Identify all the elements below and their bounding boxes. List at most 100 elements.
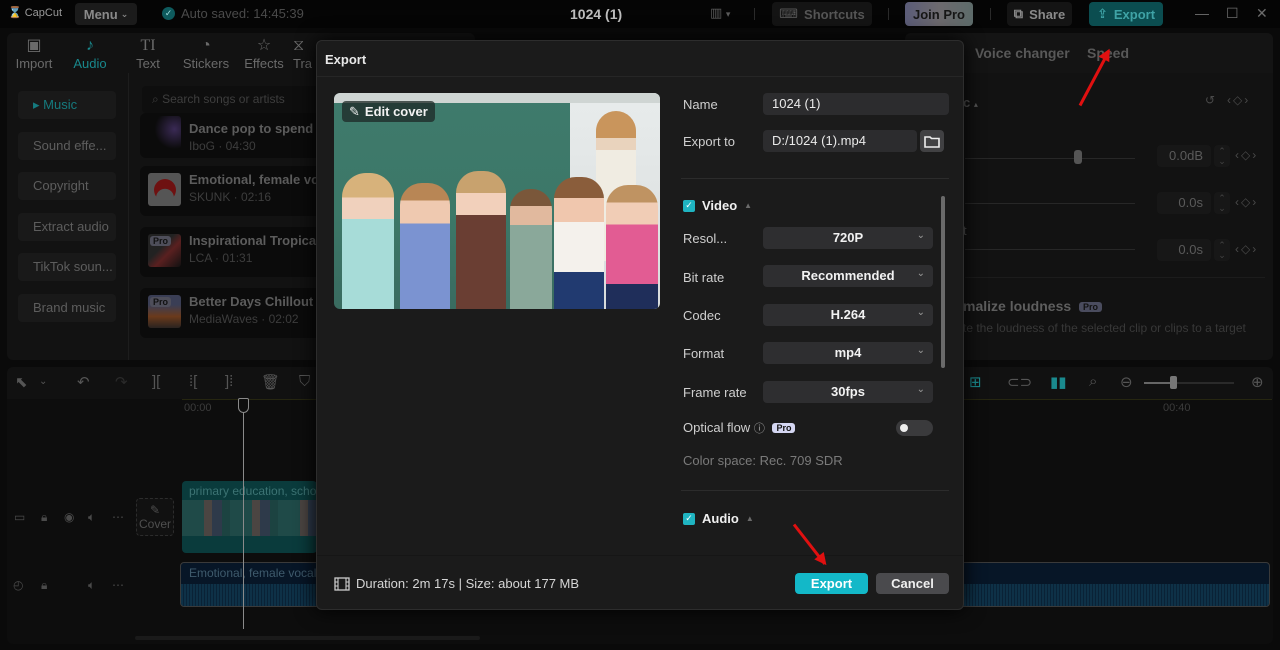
join-pro-button[interactable]: Join Pro [905, 2, 973, 26]
codec-select[interactable]: H.264 ⌄ [763, 304, 933, 326]
song-item[interactable]: Emotional, female vo SKUNK · 02:16 [140, 166, 340, 216]
more-icon[interactable]: ⋯ [112, 510, 124, 524]
folder-icon [924, 135, 940, 148]
close-icon[interactable]: ✕ [1256, 5, 1268, 22]
search-input[interactable]: ⌕ Search songs or artists [142, 86, 342, 113]
help-icon[interactable]: ⓘ [754, 423, 765, 435]
menu-button[interactable]: Menu ⌄ [75, 3, 137, 25]
more-icon[interactable]: ⋯ [112, 578, 124, 592]
zoom-out-icon[interactable]: ⊖ [1120, 373, 1133, 391]
minimize-icon[interactable]: — [1195, 5, 1209, 21]
undo-icon[interactable]: ↶ [77, 373, 90, 391]
playhead-handle[interactable] [238, 398, 249, 413]
maximize-icon[interactable]: ☐ [1226, 5, 1239, 22]
fade-in-value[interactable]: 0.0s [1157, 192, 1211, 214]
zoom-in-icon[interactable]: ⊕ [1251, 373, 1264, 391]
volume-slider-handle[interactable] [1074, 150, 1082, 164]
caret-up-icon: ▲ [745, 514, 754, 523]
layout-button[interactable]: ▥ ▾ [710, 5, 730, 21]
pencil-icon: ✎ [149, 503, 161, 517]
video-section-header[interactable]: ✓ Video ▲ [683, 198, 752, 213]
audio-section-header[interactable]: ✓ Audio ▲ [683, 511, 754, 526]
playhead[interactable] [243, 399, 244, 629]
tab-effects[interactable]: ☆ Effects [235, 33, 293, 73]
category-sound-effects[interactable]: Sound effe... [18, 131, 116, 160]
pro-badge: Pro [150, 236, 172, 246]
fade-out-stepper[interactable]: ⌃ ⌄ [1214, 239, 1230, 261]
category-extract-audio[interactable]: Extract audio [18, 212, 116, 241]
keyframe-nav[interactable]: ‹◇› [1235, 148, 1258, 162]
keyframe-nav[interactable]: ‹◇› [1227, 93, 1250, 107]
volume-stepper[interactable]: ⌃ ⌄ [1214, 145, 1230, 167]
split-left-icon[interactable]: ⁞[ [189, 373, 197, 390]
timeline-scrollbar[interactable] [135, 636, 480, 640]
category-tiktok-sounds[interactable]: TikTok soun... [18, 253, 116, 281]
tab-audio[interactable]: ♪ Audio [61, 33, 119, 73]
bit-rate-select[interactable]: Recommended ⌄ [763, 265, 933, 287]
audio-checkbox[interactable]: ✓ [683, 512, 695, 525]
delete-icon[interactable]: 🗑 [261, 373, 280, 391]
export-label: Export [1113, 6, 1156, 22]
shortcuts-button[interactable]: ⌨ Shortcuts [772, 2, 872, 26]
volume-slider[interactable] [965, 158, 1135, 159]
redo-icon[interactable]: ↷ [115, 373, 128, 391]
edit-cover-button[interactable]: ✎ Edit cover [342, 101, 435, 122]
volume-value[interactable]: 0.0dB [1157, 145, 1211, 167]
export-path-input[interactable]: D:/1024 (1).mp4 [763, 130, 917, 152]
zoom-slider[interactable] [1144, 382, 1234, 384]
ruler-label: 00:40 [1163, 402, 1191, 414]
video-clip[interactable]: primary education, scho [182, 481, 317, 553]
link-icon[interactable]: ⊂⊃ [1007, 373, 1032, 391]
search-icon: ⌕ [152, 92, 159, 106]
keyframe-nav[interactable]: ‹◇› [1235, 195, 1258, 209]
chevron-down-icon[interactable]: ⌄ [39, 376, 47, 387]
fade-out-value[interactable]: 0.0s [1157, 239, 1211, 261]
fade-out-slider[interactable] [965, 249, 1135, 250]
song-subtitle: MediaWaves · 02:02 [189, 312, 299, 326]
fit-icon[interactable]: ⌕ [1089, 373, 1097, 390]
auto-reframe-icon[interactable]: ⛉ [299, 373, 310, 390]
shortcuts-label: Shortcuts [804, 6, 865, 22]
format-select[interactable]: mp4 ⌄ [763, 342, 933, 364]
eye-icon[interactable]: ◉ [64, 510, 74, 524]
zoom-slider-handle[interactable] [1170, 376, 1177, 389]
select-tool-icon[interactable]: ⬉ [15, 373, 28, 391]
fade-in-slider[interactable] [965, 203, 1135, 204]
resolution-select[interactable]: 720P ⌄ [763, 227, 933, 249]
split-icon[interactable]: ][ [152, 373, 160, 390]
share-button[interactable]: ⧉ Share [1007, 2, 1072, 26]
fade-in-stepper[interactable]: ⌃ ⌄ [1214, 192, 1230, 214]
tab-label: Effects [244, 56, 284, 71]
frame-rate-select[interactable]: 30fps ⌄ [763, 381, 933, 403]
browse-folder-button[interactable] [920, 130, 944, 152]
export-button[interactable]: Export [795, 573, 868, 594]
tab-text[interactable]: TI Text [119, 33, 177, 73]
volume-icon[interactable]: 🔈︎ [88, 510, 95, 525]
volume-icon[interactable]: 🔈︎ [88, 578, 95, 593]
tab-stickers[interactable]: ◔ Stickers [177, 33, 235, 73]
magnet-icon[interactable]: ⊞ [969, 373, 982, 391]
category-copyright[interactable]: Copyright [18, 172, 116, 200]
category-music[interactable]: ▸ Music [18, 91, 116, 119]
category-brand-music[interactable]: Brand music [18, 293, 116, 322]
song-item[interactable]: Dance pop to spend IboG · 04:30 [140, 113, 340, 158]
optical-flow-toggle[interactable] [896, 420, 933, 436]
lock-icon[interactable]: 🔒︎ [41, 510, 47, 525]
reset-icon[interactable]: ↺ [1205, 93, 1215, 107]
tab-import[interactable]: ▣ Import [7, 33, 61, 73]
song-item[interactable]: Pro Better Days Chillout MediaWaves · 02… [140, 288, 340, 338]
export-button-top[interactable]: ⇪ Export [1089, 2, 1163, 26]
video-checkbox[interactable]: ✓ [683, 199, 695, 212]
preview-axis-icon[interactable]: ▮▮ [1050, 373, 1067, 391]
song-item[interactable]: Pro Inspirational Tropical LCA · 01:31 [140, 227, 340, 277]
cover-button[interactable]: ✎ Cover [136, 498, 174, 536]
name-input[interactable]: 1024 (1) [763, 93, 949, 115]
lock-icon[interactable]: 🔒︎ [41, 578, 47, 593]
settings-scrollbar[interactable] [941, 196, 945, 368]
cancel-button[interactable]: Cancel [876, 573, 949, 594]
split-right-icon[interactable]: ]⁞ [225, 373, 233, 390]
tab-voice-changer[interactable]: Voice changer [975, 45, 1070, 61]
keyframe-nav[interactable]: ‹◇› [1235, 242, 1258, 256]
audio-category-list: ▸ Music Sound effe... Copyright Extract … [18, 91, 116, 334]
divider [965, 277, 1265, 278]
